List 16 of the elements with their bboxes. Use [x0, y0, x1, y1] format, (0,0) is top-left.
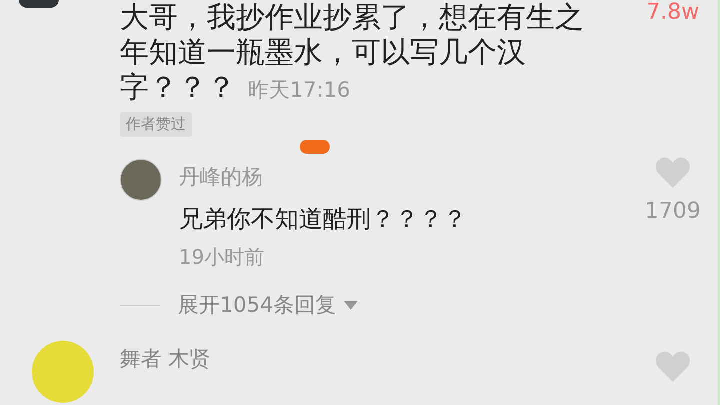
expand-replies-button[interactable]: 展开1054条回复: [178, 291, 358, 319]
comment-time: 昨天17:16: [248, 78, 351, 102]
author-name[interactable]: 丹峰的杨: [179, 157, 467, 197]
like-count: 7.8w: [646, 0, 700, 25]
caret-icon: [344, 300, 358, 310]
heart-icon[interactable]: [655, 157, 691, 189]
avatar: [120, 159, 162, 201]
reply-time: 19小时前: [179, 244, 266, 271]
comment-text: 大哥，我抄作业抄累了，想在有生之年知道一瓶墨水，可以写几个汉字？？？ 昨天17:16: [120, 0, 585, 106]
avatar: [19, 0, 59, 8]
author-liked-badge: 作者赞过: [120, 112, 192, 137]
reply-text: 兄弟你不知道酷刑？？？？: [179, 204, 467, 235]
like-count: 1709: [645, 199, 701, 224]
author-name[interactable]: 舞者 木贤: [120, 345, 211, 373]
heart-icon[interactable]: [655, 351, 691, 383]
smudge-mark: [300, 140, 330, 154]
